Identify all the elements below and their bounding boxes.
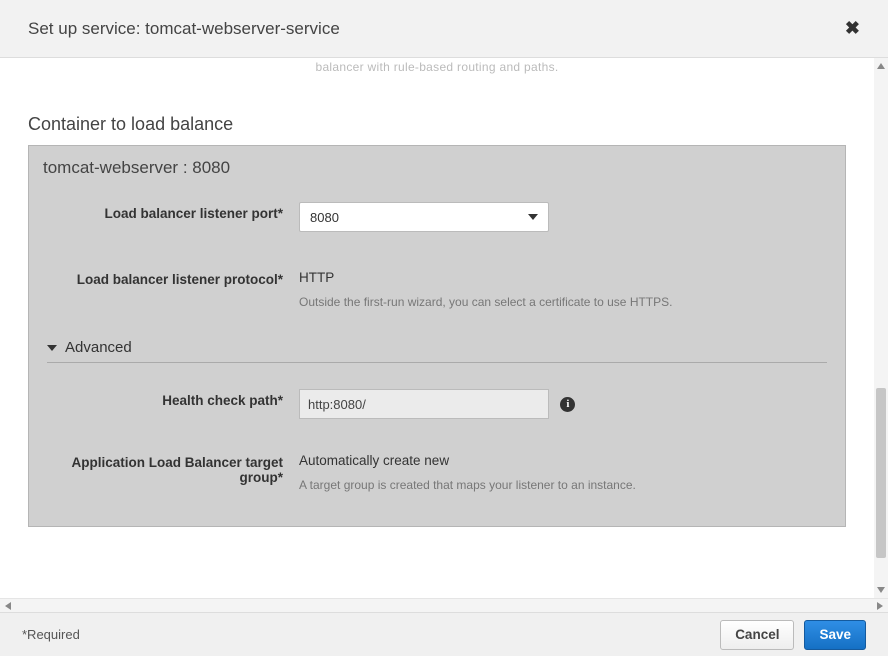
close-icon[interactable]: ✖	[845, 18, 860, 39]
advanced-toggle[interactable]: Advanced	[47, 339, 827, 363]
modal-footer: *Required Cancel Save	[0, 612, 888, 656]
target-group-label: Application Load Balancer target group*	[43, 451, 299, 485]
advanced-label: Advanced	[65, 339, 132, 356]
listener-port-value: 8080	[310, 210, 339, 225]
scroll-up-icon[interactable]	[877, 63, 885, 69]
target-group-row: Application Load Balancer target group* …	[29, 445, 845, 526]
scroll-left-icon[interactable]	[5, 602, 11, 610]
scroll-down-icon[interactable]	[877, 587, 885, 593]
listener-port-row: Load balancer listener port* 8080	[29, 196, 845, 238]
listener-port-select[interactable]: 8080	[299, 202, 549, 232]
modal-body: balancer with rule-based routing and pat…	[0, 58, 888, 598]
horizontal-scrollbar[interactable]	[0, 598, 888, 612]
listener-port-label: Load balancer listener port*	[43, 202, 299, 221]
caret-down-icon	[47, 345, 57, 351]
listener-protocol-row: Load balancer listener protocol* HTTP Ou…	[29, 262, 845, 315]
listener-protocol-hint: Outside the first-run wizard, you can se…	[299, 295, 831, 309]
container-panel: tomcat-webserver : 8080 Load balancer li…	[28, 145, 846, 527]
scroll-thumb[interactable]	[876, 388, 886, 558]
modal-header: Set up service: tomcat-webserver-service…	[0, 0, 888, 58]
health-check-label: Health check path*	[43, 389, 299, 408]
scroll-right-icon[interactable]	[877, 602, 883, 610]
body-scroll-area[interactable]: balancer with rule-based routing and pat…	[0, 58, 874, 598]
vertical-scrollbar[interactable]	[874, 58, 888, 598]
cancel-button[interactable]: Cancel	[720, 620, 794, 650]
modal-title: Set up service: tomcat-webserver-service	[28, 19, 340, 39]
target-group-hint: A target group is created that maps your…	[299, 478, 831, 492]
section-title: Container to load balance	[28, 114, 874, 135]
footer-buttons: Cancel Save	[720, 620, 866, 650]
health-check-input[interactable]	[299, 389, 549, 419]
save-button[interactable]: Save	[804, 620, 866, 650]
info-icon[interactable]: i	[560, 397, 575, 412]
health-check-row: Health check path* i	[29, 383, 845, 425]
required-note: *Required	[22, 627, 80, 642]
listener-protocol-value: HTTP	[299, 268, 831, 285]
truncated-text-above: balancer with rule-based routing and pat…	[0, 58, 874, 84]
chevron-down-icon	[528, 214, 538, 220]
target-group-value: Automatically create new	[299, 451, 831, 468]
panel-title: tomcat-webserver : 8080	[29, 146, 845, 196]
listener-protocol-label: Load balancer listener protocol*	[43, 268, 299, 287]
